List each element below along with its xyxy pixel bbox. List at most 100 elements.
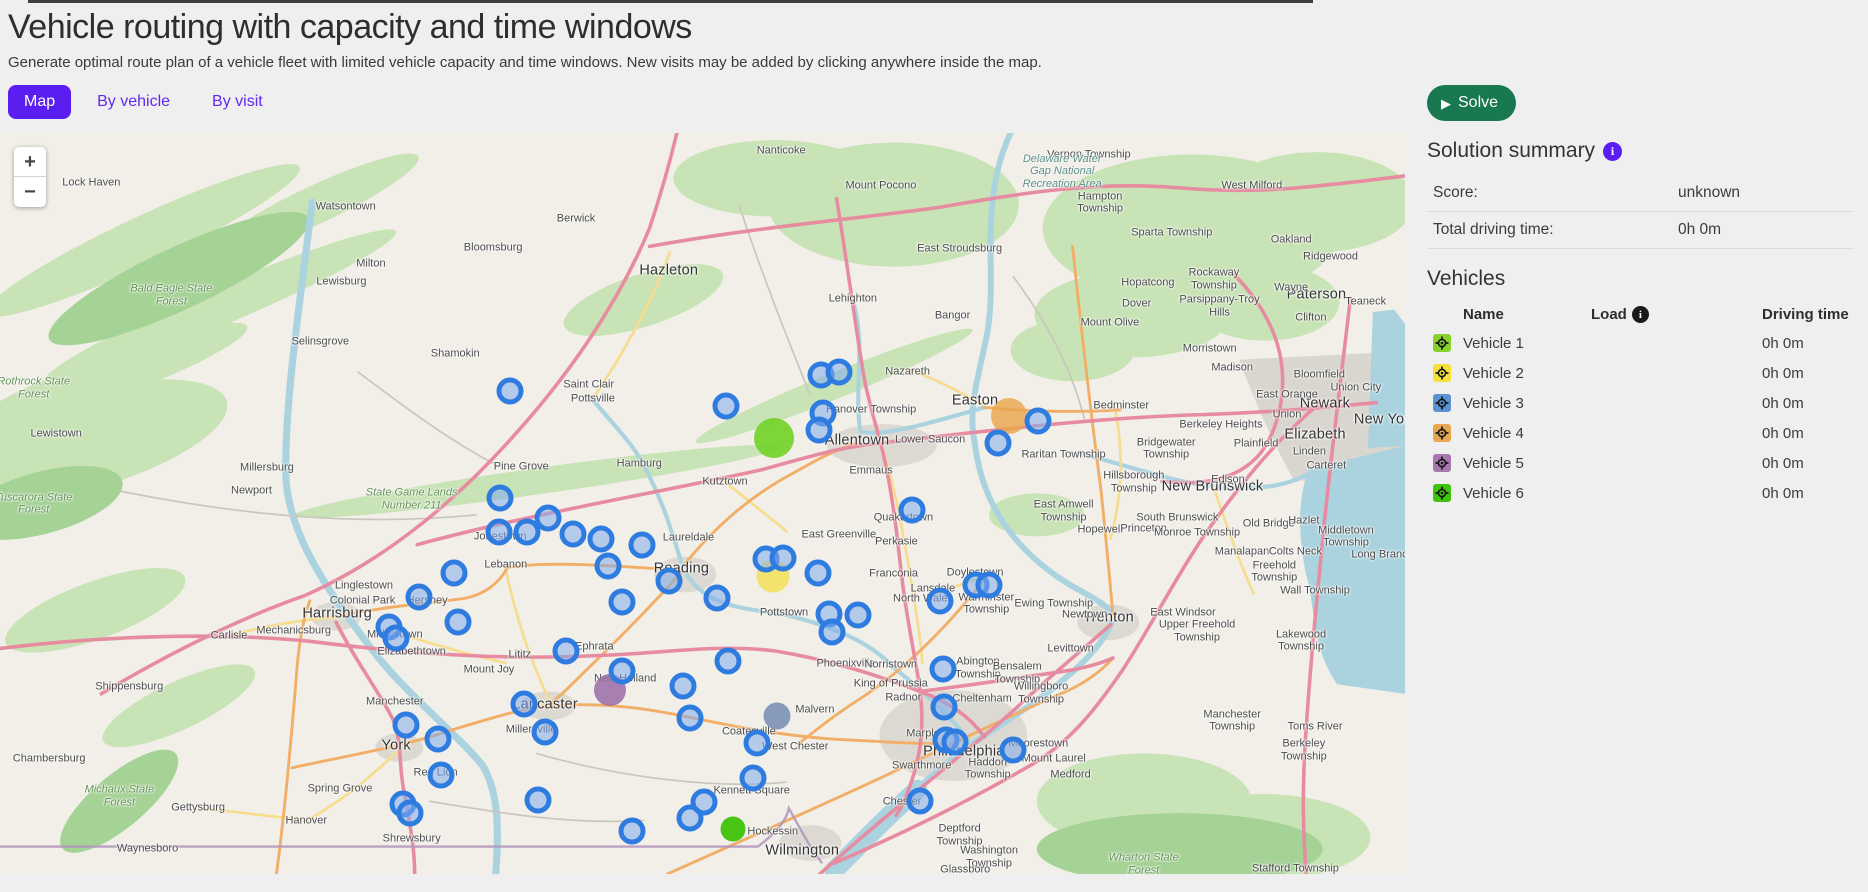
visit-marker[interactable] xyxy=(769,544,796,571)
solution-summary-rows: Score: unknown Total driving time: 0h 0m xyxy=(1427,175,1854,249)
load-info-icon[interactable]: i xyxy=(1632,306,1649,323)
visit-marker[interactable] xyxy=(428,761,455,788)
visit-marker[interactable] xyxy=(525,786,552,813)
visit-marker[interactable] xyxy=(393,712,420,739)
map-place-label: East Greenville xyxy=(801,528,876,541)
visit-marker[interactable] xyxy=(669,672,696,699)
visit-marker[interactable] xyxy=(740,764,767,791)
map-place-label: Hockessin xyxy=(747,825,798,838)
column-load: Load i xyxy=(1591,306,1762,323)
tab-map[interactable]: Map xyxy=(8,85,71,119)
map-place-label: Tuscarora State Forest xyxy=(0,491,80,516)
map-place-label: Berwick xyxy=(557,213,596,226)
visit-marker[interactable] xyxy=(619,818,646,845)
visit-marker[interactable] xyxy=(926,588,953,615)
visit-marker[interactable] xyxy=(929,656,956,683)
vehicle-name: Vehicle 6 xyxy=(1463,485,1591,502)
visit-marker[interactable] xyxy=(714,648,741,675)
visit-marker[interactable] xyxy=(845,601,872,628)
visit-marker[interactable] xyxy=(445,609,472,636)
vehicle-name: Vehicle 3 xyxy=(1463,395,1591,412)
visit-marker[interactable] xyxy=(425,726,452,753)
visit-marker[interactable] xyxy=(511,690,538,717)
vehicle-6-home-marker[interactable] xyxy=(721,816,746,841)
map-place-label: West Chester xyxy=(762,741,828,754)
visit-marker[interactable] xyxy=(942,729,969,756)
side-panel: Solution summary i Score: unknown Total … xyxy=(1405,133,1868,874)
visit-marker[interactable] xyxy=(485,518,512,545)
map-place-label: Wilmington xyxy=(765,843,839,860)
map-place-label: Easton xyxy=(952,393,998,410)
map-place-label: Parsippany-Troy Hills xyxy=(1177,294,1263,319)
visit-marker[interactable] xyxy=(898,497,925,524)
visit-marker[interactable] xyxy=(588,526,615,553)
map-place-label: Carlisle xyxy=(211,630,248,643)
map-place-label: Glassboro xyxy=(940,863,990,874)
tab-by-vehicle[interactable]: By vehicle xyxy=(81,85,186,119)
visit-marker[interactable] xyxy=(532,718,559,745)
visit-marker[interactable] xyxy=(676,704,703,731)
visit-marker[interactable] xyxy=(560,520,587,547)
map-place-label: Bloomsburg xyxy=(464,242,523,255)
map-place-label: Shamokin xyxy=(431,347,480,360)
visit-marker[interactable] xyxy=(487,485,514,512)
visit-marker[interactable] xyxy=(383,625,410,652)
zoom-out-button[interactable]: − xyxy=(14,177,46,207)
map-place-label: Monroe Township xyxy=(1154,527,1240,540)
map-place-label: Hamburg xyxy=(617,458,662,471)
info-icon[interactable]: i xyxy=(1603,142,1622,161)
map-place-label: Nazareth xyxy=(885,366,930,379)
visit-marker[interactable] xyxy=(440,560,467,587)
map-place-label: Hanover Township xyxy=(826,404,916,417)
window-chrome-artifact xyxy=(28,0,1313,3)
visit-marker[interactable] xyxy=(818,618,845,645)
visit-marker[interactable] xyxy=(397,800,424,827)
visit-marker[interactable] xyxy=(629,531,656,558)
map-place-label: Malvern xyxy=(795,704,834,717)
visit-marker[interactable] xyxy=(1000,737,1027,764)
visit-marker[interactable] xyxy=(713,393,740,420)
visit-marker[interactable] xyxy=(806,417,833,444)
visit-marker[interactable] xyxy=(595,553,622,580)
visit-marker[interactable] xyxy=(907,788,934,815)
map-place-label: New York xyxy=(1354,411,1405,428)
visit-marker[interactable] xyxy=(609,657,636,684)
vehicle-4-home-marker[interactable] xyxy=(991,398,1027,434)
visit-marker[interactable] xyxy=(513,519,540,546)
visit-marker[interactable] xyxy=(405,583,432,610)
visit-marker[interactable] xyxy=(609,589,636,616)
vehicle-3-home-marker[interactable] xyxy=(763,703,790,730)
vehicle-driving-time: 0h 0m xyxy=(1762,425,1854,442)
visit-marker[interactable] xyxy=(984,430,1011,457)
map-place-label: Radnor xyxy=(885,692,921,705)
visit-marker[interactable] xyxy=(744,729,771,756)
map-place-label: Gettysburg xyxy=(171,802,225,815)
visit-marker[interactable] xyxy=(703,584,730,611)
vehicle-driving-time: 0h 0m xyxy=(1762,395,1854,412)
map-place-label: Pottstown xyxy=(760,607,808,620)
vehicle-1-home-marker[interactable] xyxy=(754,418,794,458)
vehicle-driving-time: 0h 0m xyxy=(1762,485,1854,502)
visit-marker[interactable] xyxy=(690,789,717,816)
solution-summary-heading: Solution summary xyxy=(1427,139,1595,163)
map-place-label: Bloomfield xyxy=(1294,368,1345,381)
vehicle-driving-time: 0h 0m xyxy=(1762,365,1854,382)
map-place-label: Lititz xyxy=(509,649,532,662)
vehicle-row: Vehicle 2 0h 0m xyxy=(1427,358,1854,388)
vehicle-crosshair-icon xyxy=(1433,484,1451,502)
map[interactable]: + − AllentownPhiladelphiaReadingHarrisbu… xyxy=(0,133,1405,874)
map-place-label: Spring Grove xyxy=(308,782,373,795)
visit-marker[interactable] xyxy=(931,693,958,720)
solve-button[interactable]: ▶ Solve xyxy=(1427,85,1516,121)
visit-marker[interactable] xyxy=(497,377,524,404)
visit-marker[interactable] xyxy=(976,572,1003,599)
map-place-label: Watsontown xyxy=(316,201,376,214)
zoom-in-button[interactable]: + xyxy=(14,147,46,177)
visit-marker[interactable] xyxy=(825,358,852,385)
visit-marker[interactable] xyxy=(804,560,831,587)
tab-by-visit[interactable]: By visit xyxy=(196,85,279,119)
visit-marker[interactable] xyxy=(655,568,682,595)
visit-marker[interactable] xyxy=(1025,407,1052,434)
map-place-label: Linglestown xyxy=(335,579,393,592)
visit-marker[interactable] xyxy=(553,637,580,664)
